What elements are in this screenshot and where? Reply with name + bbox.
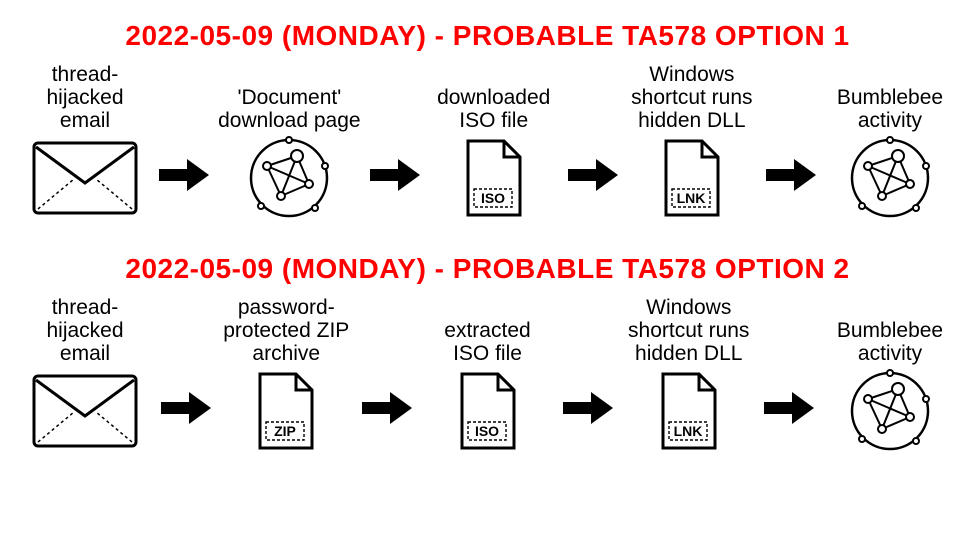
arrow-icon: [159, 320, 213, 426]
arrow-icon: [360, 320, 414, 426]
arrow-icon: [561, 320, 615, 426]
flow2-step-1: thread- hijacked email: [20, 295, 150, 451]
flow1-step-4-label: Windows shortcut runs hidden DLL: [631, 62, 752, 132]
arrow-icon: [566, 87, 620, 193]
network-icon: [835, 371, 945, 451]
flow1-step-5-label: Bumblebee activity: [837, 62, 943, 132]
svg-text:LNK: LNK: [673, 423, 702, 439]
svg-text:LNK: LNK: [676, 190, 705, 206]
envelope-icon: [30, 371, 140, 451]
flow1-step-1-label: thread- hijacked email: [46, 62, 123, 132]
arrow-icon: [368, 87, 422, 193]
flow1-step-4: Windows shortcut runs hidden DLL LNK: [627, 62, 757, 218]
flow2-row: thread- hijacked email password- protect…: [20, 295, 955, 451]
flow1-step-5: Bumblebee activity: [825, 62, 955, 218]
file-icon: ISO: [439, 138, 549, 218]
arrow-icon: [764, 87, 818, 193]
svg-text:ZIP: ZIP: [274, 423, 296, 439]
svg-text:ISO: ISO: [481, 190, 505, 206]
file-icon: LNK: [637, 138, 747, 218]
arrow-icon: [762, 320, 816, 426]
svg-text:ISO: ISO: [474, 423, 498, 439]
network-icon: [234, 138, 344, 218]
flow1-row: thread- hijacked email 'Document' downlo…: [20, 62, 955, 218]
flow2-step-4: Windows shortcut runs hidden DLL LNK: [624, 295, 754, 451]
flow1-step-2-label: 'Document' download page: [218, 62, 360, 132]
flow1-step-2: 'Document' download page: [218, 62, 360, 218]
flow2-step-3-label: extracted ISO file: [444, 295, 530, 365]
flow2-step-4-label: Windows shortcut runs hidden DLL: [628, 295, 749, 365]
flow1-step-3-label: downloaded ISO file: [437, 62, 550, 132]
network-icon: [835, 138, 945, 218]
flow1-step-1: thread- hijacked email: [20, 62, 150, 218]
flow2-step-2-label: password- protected ZIP archive: [223, 295, 349, 365]
flow2-step-5-label: Bumblebee activity: [837, 295, 943, 365]
envelope-icon: [30, 138, 140, 218]
flow1-step-3: downloaded ISO file ISO: [429, 62, 559, 218]
arrow-icon: [157, 87, 211, 193]
flow2-title: 2022-05-09 (MONDAY) - PROBABLE TA578 OPT…: [10, 253, 965, 285]
file-icon: ISO: [433, 371, 543, 451]
flow2-step-5: Bumblebee activity: [825, 295, 955, 451]
flow2-step-3: extracted ISO file ISO: [423, 295, 553, 451]
flow2-step-2: password- protected ZIP archive ZIP: [221, 295, 351, 451]
flow2-step-1-label: thread- hijacked email: [46, 295, 123, 365]
file-icon: ZIP: [231, 371, 341, 451]
flow1-title: 2022-05-09 (MONDAY) - PROBABLE TA578 OPT…: [10, 20, 965, 52]
file-icon: LNK: [634, 371, 744, 451]
